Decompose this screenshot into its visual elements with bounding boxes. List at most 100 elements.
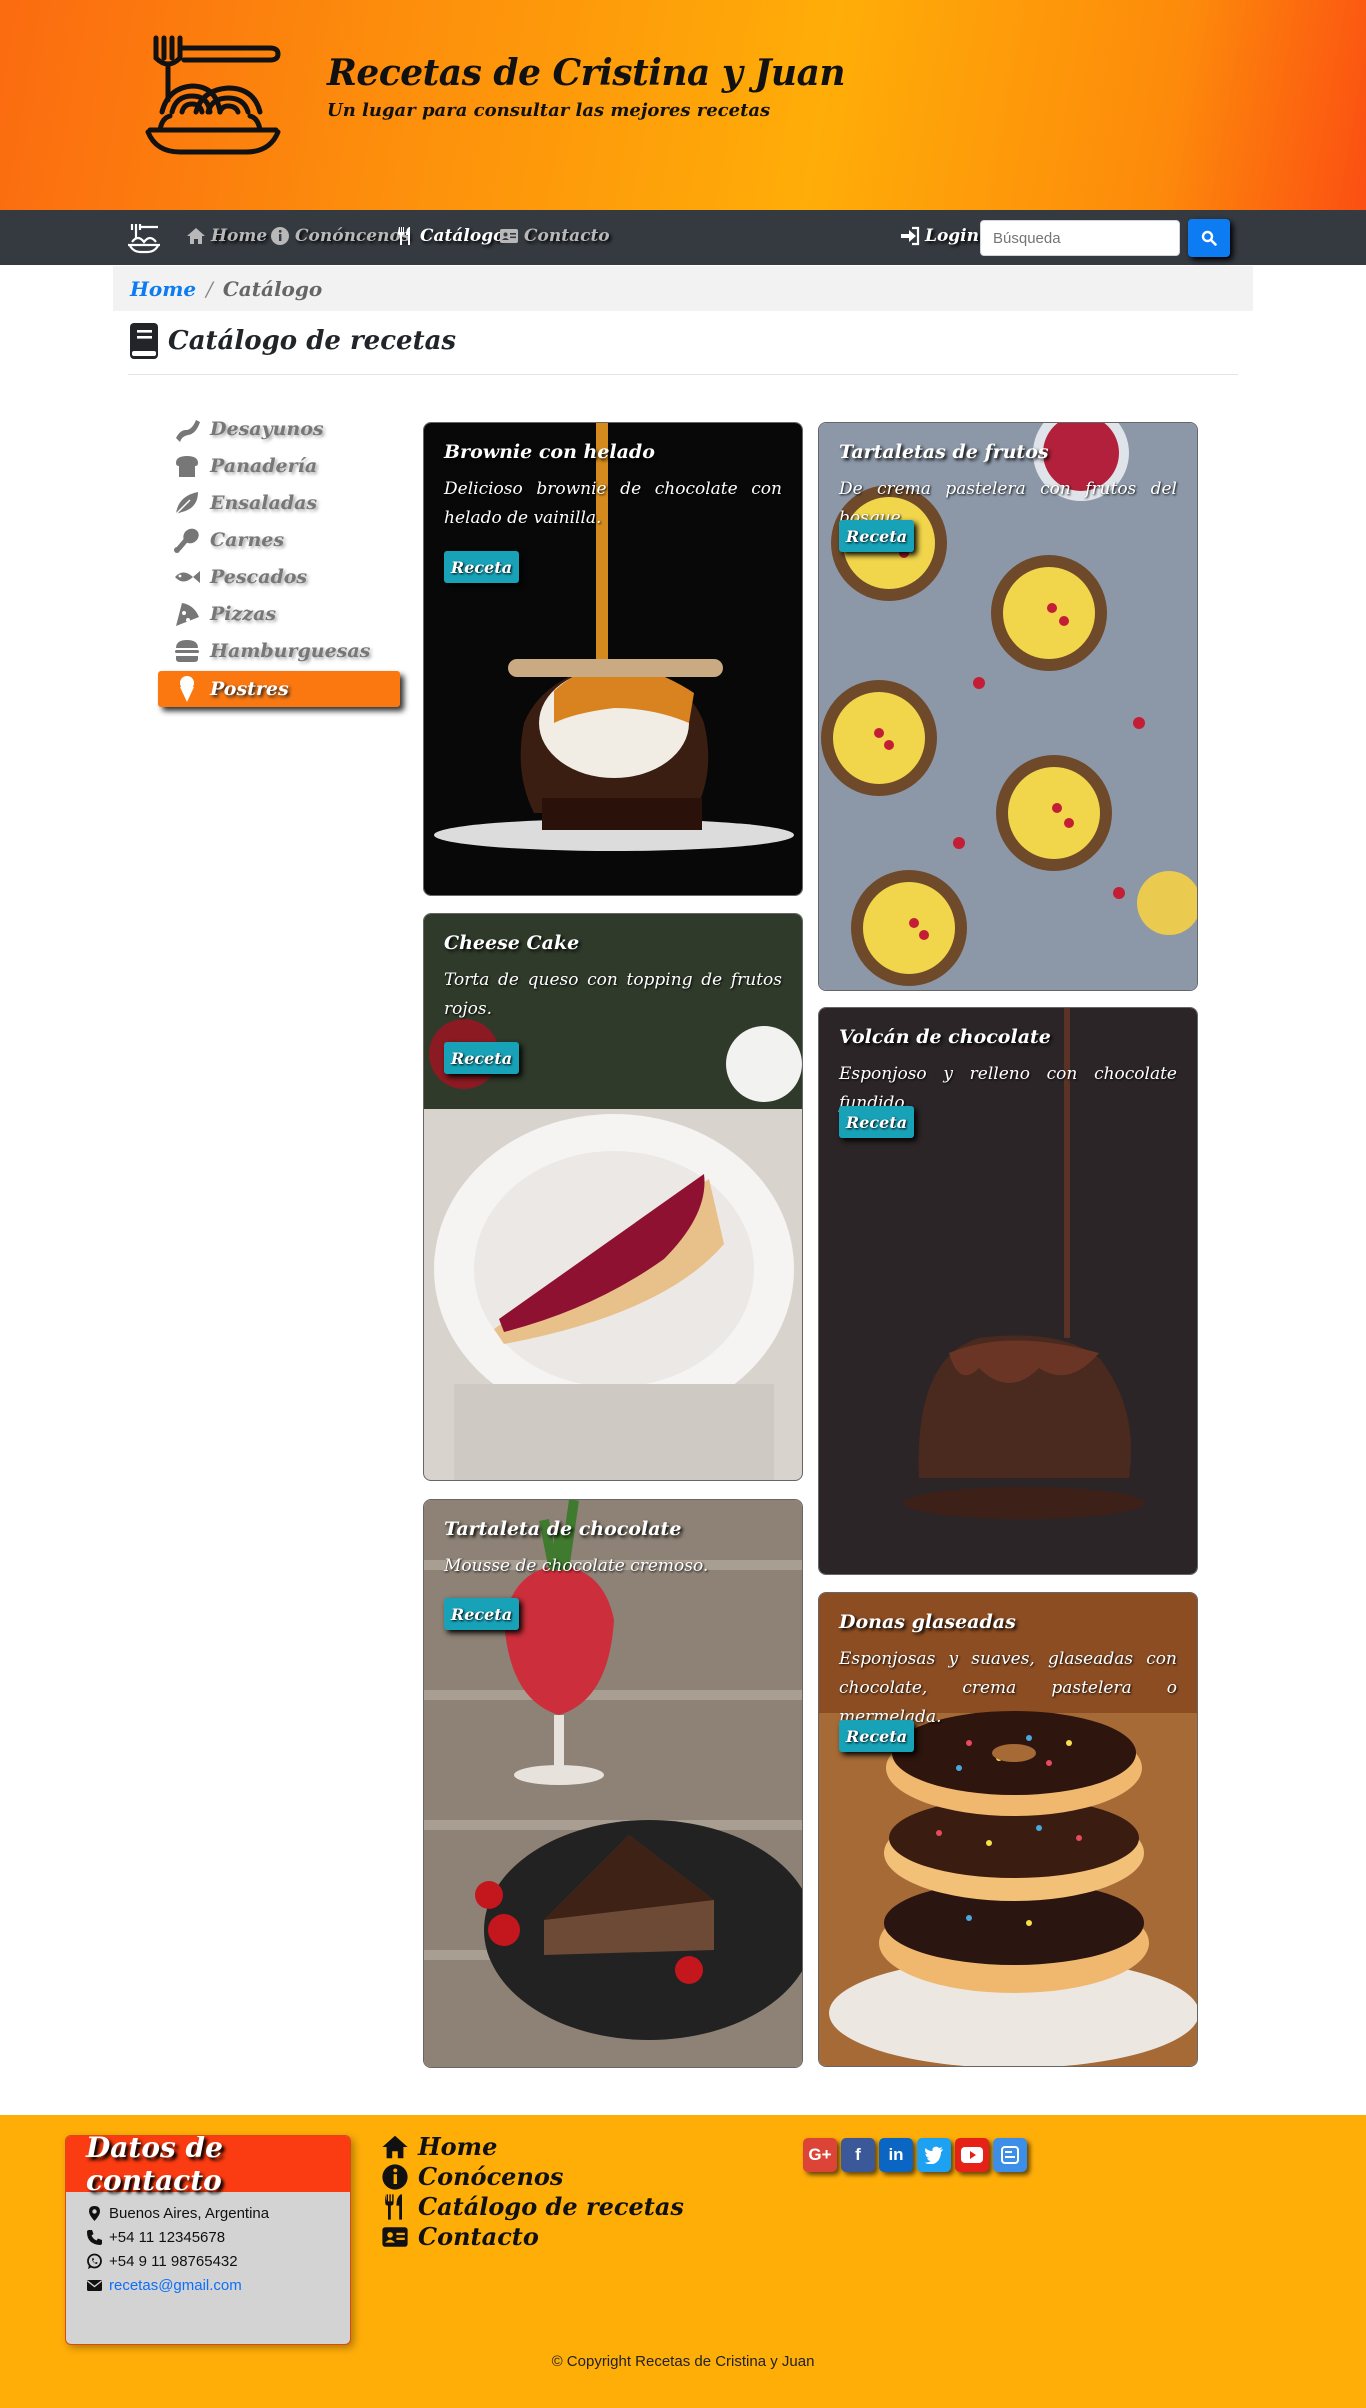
recipe-button[interactable]: Receta — [839, 1720, 914, 1752]
login-link[interactable]: Login — [900, 226, 979, 246]
nav-contacto-label: Contacto — [524, 226, 610, 246]
footer-link-label: Home — [418, 2132, 498, 2161]
whatsapp-line: +54 9 11 98765432 — [86, 2253, 238, 2270]
info-icon — [271, 227, 289, 245]
whatsapp-text: +54 9 11 98765432 — [109, 2253, 238, 2270]
footer-link-home[interactable]: Home — [380, 2132, 497, 2161]
twitter-bird-glyph — [924, 2146, 943, 2164]
contact-card: Datos de contacto Buenos Aires, Argentin… — [65, 2135, 351, 2345]
recipe-card-donas: Donas glaseadas Esponjosas y suaves, gla… — [818, 1592, 1198, 2067]
blogger-icon[interactable] — [993, 2138, 1027, 2172]
nav-conocenos[interactable]: Conóncenos — [270, 226, 410, 246]
email-line: recetas@gmail.com — [86, 2277, 242, 2294]
drumstick-icon — [174, 528, 199, 553]
recipe-card-tartaleta-chocolate: Tartaleta de chocolate Mousse de chocola… — [423, 1499, 803, 2068]
card-title: Tartaletas de frutos — [839, 441, 1049, 463]
facebook-icon[interactable]: f — [841, 2138, 875, 2172]
twitter-icon[interactable] — [917, 2138, 951, 2172]
sidebar-item-carnes[interactable]: Carnes — [158, 522, 400, 558]
recipe-button[interactable]: Receta — [444, 1598, 519, 1630]
recipe-card-tartaletas: Tartaletas de frutos De crema pastelera … — [818, 422, 1198, 991]
email-link[interactable]: recetas@gmail.com — [109, 2277, 242, 2294]
nav-catalogo[interactable]: Catálogo — [395, 226, 504, 246]
card-title: Cheese Cake — [444, 932, 580, 954]
sidebar-item-pizzas[interactable]: Pizzas — [158, 596, 400, 632]
footer-link-label: Catálogo de recetas — [418, 2192, 684, 2221]
youtube-icon[interactable] — [955, 2138, 989, 2172]
card-text: Mousse de chocolate cremoso. — [444, 1556, 709, 1576]
home-icon — [187, 228, 205, 244]
phone-line: +54 11 12345678 — [86, 2229, 225, 2246]
card-text: Torta de queso con topping de frutos roj… — [444, 970, 782, 1019]
sidebar-item-postres[interactable]: Postres — [158, 671, 400, 707]
page-title-text: Catálogo de recetas — [168, 326, 457, 356]
sidebar-item-label: Hamburguesas — [210, 640, 371, 662]
bacon-icon — [176, 420, 200, 442]
search-input[interactable] — [980, 220, 1180, 256]
search-icon — [1201, 230, 1217, 246]
site-subtitle: Un lugar para consultar las mejores rece… — [327, 100, 771, 121]
card-title: Donas glaseadas — [839, 1611, 1016, 1633]
sidebar-item-panaderia[interactable]: Panadería — [158, 448, 400, 484]
id-card-icon — [382, 2226, 408, 2247]
nav-home[interactable]: Home — [186, 226, 267, 246]
blog-glyph — [1001, 2146, 1019, 2164]
card-title: Volcán de chocolate — [839, 1026, 1051, 1048]
nav-conocenos-label: Conóncenos — [295, 226, 411, 246]
footer-link-label: Conócenos — [418, 2162, 564, 2191]
spaghetti-logo-icon — [145, 35, 281, 155]
linkedin-icon[interactable]: in — [879, 2138, 913, 2172]
nav-logo-icon[interactable] — [126, 220, 162, 254]
sidebar-item-hamburguesas[interactable]: Hamburguesas — [158, 633, 400, 669]
footer-link-catalogo[interactable]: Catálogo de recetas — [380, 2192, 684, 2221]
book-icon — [130, 323, 158, 359]
tartaleta-chocolate-photo — [424, 1500, 802, 2067]
breadcrumb-home[interactable]: Home — [130, 277, 196, 301]
recipe-card-brownie: Brownie con helado Delicioso brownie de … — [423, 422, 803, 896]
sidebar-item-desayunos[interactable]: Desayunos — [158, 411, 400, 447]
footer-link-label: Contacto — [418, 2222, 539, 2251]
info-icon — [382, 2163, 408, 2190]
breadcrumb: Home / Catálogo — [113, 266, 1253, 311]
utensils-icon — [385, 2193, 402, 2220]
footer-link-conocenos[interactable]: Conócenos — [380, 2162, 563, 2191]
card-text: Esponjosas y suaves, glaseadas con choco… — [839, 1649, 1177, 1727]
card-text: Delicioso brownie de chocolate con helad… — [444, 479, 782, 528]
sign-in-icon — [901, 226, 920, 246]
recipe-button[interactable]: Receta — [444, 551, 519, 583]
title-divider — [128, 374, 1238, 375]
fish-icon — [175, 571, 200, 583]
sidebar-item-label: Desayunos — [210, 418, 324, 440]
google-plus-icon[interactable]: G+ — [803, 2138, 837, 2172]
envelope-icon — [87, 2280, 102, 2291]
sidebar-item-label: Pescados — [210, 566, 308, 588]
sidebar-item-label: Panadería — [210, 455, 318, 477]
hamburger-icon — [175, 640, 199, 662]
sidebar-item-pescados[interactable]: Pescados — [158, 559, 400, 595]
site-footer: Datos de contacto Buenos Aires, Argentin… — [0, 2115, 1366, 2408]
footer-link-contacto[interactable]: Contacto — [380, 2222, 539, 2251]
contact-title: Datos de contacto — [66, 2136, 350, 2197]
youtube-play-glyph — [961, 2147, 983, 2163]
ice-cream-icon — [180, 676, 194, 702]
leaf-icon — [175, 492, 198, 515]
sidebar-item-label: Postres — [210, 678, 289, 700]
sidebar-item-label: Pizzas — [210, 603, 277, 625]
page-title: Catálogo de recetas — [128, 322, 456, 360]
home-icon — [382, 2135, 408, 2158]
recipe-card-cheesecake: Cheese Cake Torta de queso con topping d… — [423, 913, 803, 1481]
whatsapp-icon — [87, 2253, 102, 2269]
recipe-card-volcan: Volcán de chocolate Esponjoso y relleno … — [818, 1007, 1198, 1575]
sidebar-item-label: Carnes — [210, 529, 285, 551]
sidebar-item-ensaladas[interactable]: Ensaladas — [158, 485, 400, 521]
breadcrumb-current: Catálogo — [222, 276, 323, 301]
address-line: Buenos Aires, Argentina — [86, 2205, 269, 2222]
recipe-button[interactable]: Receta — [839, 520, 914, 552]
id-card-icon — [500, 229, 518, 243]
recipe-button[interactable]: Receta — [839, 1106, 914, 1138]
recipe-button[interactable]: Receta — [444, 1042, 519, 1074]
top-navbar: Home Conóncenos Catálogo Contacto Login — [0, 210, 1366, 265]
address-text: Buenos Aires, Argentina — [109, 2205, 270, 2222]
search-button[interactable] — [1188, 219, 1230, 257]
nav-contacto[interactable]: Contacto — [499, 226, 610, 246]
